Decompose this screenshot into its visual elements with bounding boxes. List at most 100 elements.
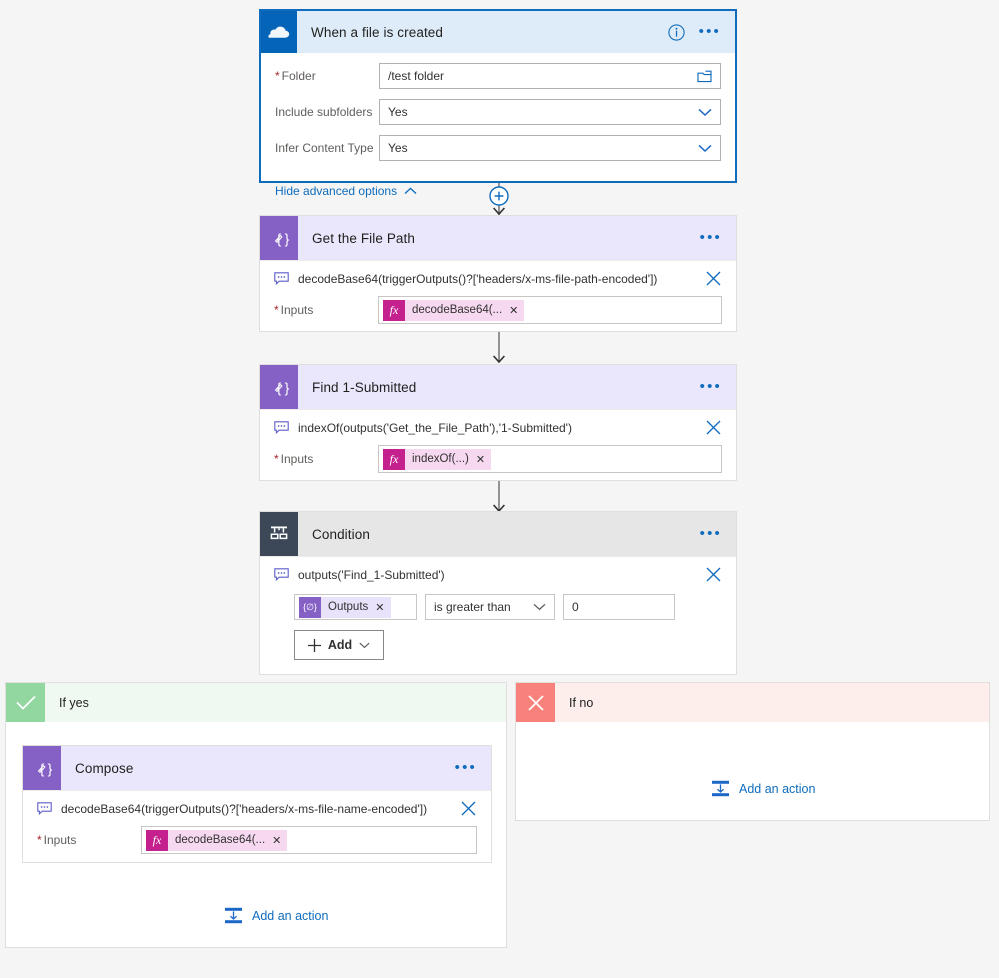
find-submitted-expression-row: indexOf(outputs('Get_the_File_Path'),'1-… — [260, 409, 736, 445]
inputs-label: * Inputs — [274, 303, 314, 317]
remove-token-icon[interactable]: ✕ — [476, 453, 485, 466]
get-file-path-inputs-field[interactable]: fx decodeBase64(... ✕ — [378, 296, 722, 324]
trigger-card-title: When a file is created — [311, 24, 444, 40]
trigger-ellipsis-icon[interactable]: ••• — [699, 24, 721, 39]
branch-if-no: If no Add an action — [515, 682, 990, 821]
get-file-path-header[interactable]: { } Get the File Path ••• — [260, 216, 736, 260]
get-file-path-expression-row: decodeBase64(triggerOutputs()?['headers/… — [260, 260, 736, 296]
expression-token-label: decodeBase64(... — [175, 834, 266, 846]
expression-token-chip[interactable]: fx decodeBase64(... ✕ — [383, 299, 525, 321]
compose-header[interactable]: { } Compose ••• — [23, 746, 491, 790]
close-icon[interactable] — [705, 270, 722, 287]
required-asterisk: * — [275, 69, 280, 83]
close-icon[interactable] — [460, 800, 477, 817]
condition-value-input[interactable]: 0 — [563, 594, 675, 620]
compose-braces-icon: { } — [23, 746, 61, 790]
condition-expression: outputs('Find_1-Submitted') — [298, 567, 445, 582]
if-yes-add-an-action[interactable]: Add an action — [224, 907, 328, 924]
condition-header[interactable]: Condition ••• — [260, 512, 736, 556]
expression-token-chip[interactable]: fx decodeBase64(... ✕ — [146, 829, 288, 851]
compose-inputs-field[interactable]: fx decodeBase64(... ✕ — [141, 826, 477, 854]
compose-title: Compose — [75, 760, 134, 776]
folder-input[interactable]: /test folder — [379, 63, 721, 89]
action-card-compose[interactable]: { } Compose ••• decodeBase64(triggerOutp… — [22, 745, 492, 863]
get-file-path-expression: decodeBase64(triggerOutputs()?['headers/… — [298, 271, 658, 286]
infer-content-type-dropdown[interactable]: Yes — [379, 135, 721, 161]
chevron-down-icon — [359, 642, 370, 648]
condition-add-button[interactable]: Add — [294, 630, 384, 660]
compose-braces-icon: { } — [260, 365, 298, 409]
compose-expression: decodeBase64(triggerOutputs()?['headers/… — [61, 801, 428, 816]
trigger-fields: * Folder /test folder Include subfolders … — [261, 53, 735, 198]
find-submitted-title: Find 1-Submitted — [312, 379, 417, 395]
compose-braces-icon: { } — [260, 216, 298, 260]
remove-token-icon[interactable]: ✕ — [509, 304, 518, 317]
outputs-token-label: Outputs — [328, 601, 369, 613]
compose-braces-icon: {∅} — [299, 596, 321, 618]
trigger-card-when-a-file-is-created[interactable]: When a file is created ••• * Folder /test… — [259, 9, 737, 198]
find-submitted-expression: indexOf(outputs('Get_the_File_Path'),'1-… — [298, 420, 572, 435]
if-no-header: If no — [516, 683, 989, 722]
folder-picker-icon[interactable] — [697, 70, 712, 83]
fx-icon: fx — [146, 829, 168, 851]
remove-token-icon[interactable]: ✕ — [375, 601, 384, 614]
compose-ellipsis-icon[interactable]: ••• — [455, 760, 477, 775]
required-asterisk: * — [274, 303, 279, 317]
field-label-include-subfolders: Include subfolders — [275, 105, 373, 119]
condition-ellipsis-icon[interactable]: ••• — [700, 526, 722, 541]
if-no-add-an-action[interactable]: Add an action — [711, 780, 815, 797]
if-no-add-an-action-label: Add an action — [739, 781, 816, 796]
remove-token-icon[interactable]: ✕ — [272, 834, 281, 847]
condition-operator-value: is greater than — [434, 600, 511, 614]
connector-findsubmitted-to-condition — [483, 481, 515, 512]
find-submitted-header[interactable]: { } Find 1-Submitted ••• — [260, 365, 736, 409]
check-icon — [6, 683, 45, 722]
find-submitted-inputs-field[interactable]: fx indexOf(...) ✕ — [378, 445, 722, 473]
compose-expression-row: decodeBase64(triggerOutputs()?['headers/… — [23, 790, 491, 826]
condition-expression-row: outputs('Find_1-Submitted') — [260, 556, 736, 592]
field-row-folder: * Folder /test folder — [275, 63, 721, 89]
onedrive-cloud-icon — [261, 11, 297, 53]
condition-title: Condition — [312, 526, 370, 542]
infer-content-type-value: Yes — [388, 141, 408, 155]
condition-operator-dropdown[interactable]: is greater than — [425, 594, 555, 620]
action-card-condition[interactable]: Condition ••• outputs('Find_1-Submitted'… — [259, 511, 737, 675]
condition-left-operand-field[interactable]: {∅} Outputs ✕ — [294, 594, 417, 620]
connector-trigger-to-getfilepath[interactable] — [483, 183, 515, 215]
if-yes-header: If yes — [6, 683, 506, 722]
get-file-path-title: Get the File Path — [312, 230, 416, 246]
close-icon[interactable] — [705, 419, 722, 436]
get-file-path-ellipsis-icon[interactable]: ••• — [700, 230, 722, 245]
condition-add-label: Add — [327, 638, 353, 652]
svg-text:}: } — [285, 230, 290, 246]
fx-icon: fx — [383, 299, 405, 321]
condition-row: {∅} Outputs ✕ is greater than 0 — [260, 594, 736, 620]
if-no-title: If no — [569, 695, 594, 710]
chevron-down-icon[interactable] — [698, 144, 712, 153]
if-yes-add-an-action-label: Add an action — [252, 908, 329, 923]
trigger-card-header[interactable]: When a file is created ••• — [261, 11, 735, 53]
add-action-icon — [712, 780, 729, 797]
inputs-label: * Inputs — [37, 833, 77, 847]
action-card-find-1-submitted[interactable]: { } Find 1-Submitted ••• indexOf(outputs… — [259, 364, 737, 481]
outputs-token-chip[interactable]: {∅} Outputs ✕ — [299, 596, 391, 618]
comment-icon — [274, 272, 289, 285]
connector-getfilepath-to-findsubmitted — [483, 332, 515, 363]
find-submitted-ellipsis-icon[interactable]: ••• — [700, 379, 722, 394]
info-icon[interactable] — [667, 23, 685, 41]
comment-icon — [37, 802, 52, 815]
chevron-down-icon[interactable] — [698, 108, 712, 117]
svg-text:}: } — [48, 760, 53, 776]
include-subfolders-dropdown[interactable]: Yes — [379, 99, 721, 125]
close-icon[interactable] — [705, 566, 722, 583]
fx-icon: fx — [383, 448, 405, 470]
hide-advanced-options-link[interactable]: Hide advanced options — [275, 184, 417, 198]
if-yes-title: If yes — [59, 695, 89, 710]
expression-token-chip[interactable]: fx indexOf(...) ✕ — [383, 448, 492, 470]
field-label-folder: * Folder — [275, 69, 316, 83]
chevron-down-icon[interactable] — [533, 603, 546, 611]
required-asterisk: * — [274, 452, 279, 466]
add-action-icon — [225, 907, 242, 924]
inputs-label: * Inputs — [274, 452, 314, 466]
action-card-get-the-file-path[interactable]: { } Get the File Path ••• decodeBase64(t… — [259, 215, 737, 332]
